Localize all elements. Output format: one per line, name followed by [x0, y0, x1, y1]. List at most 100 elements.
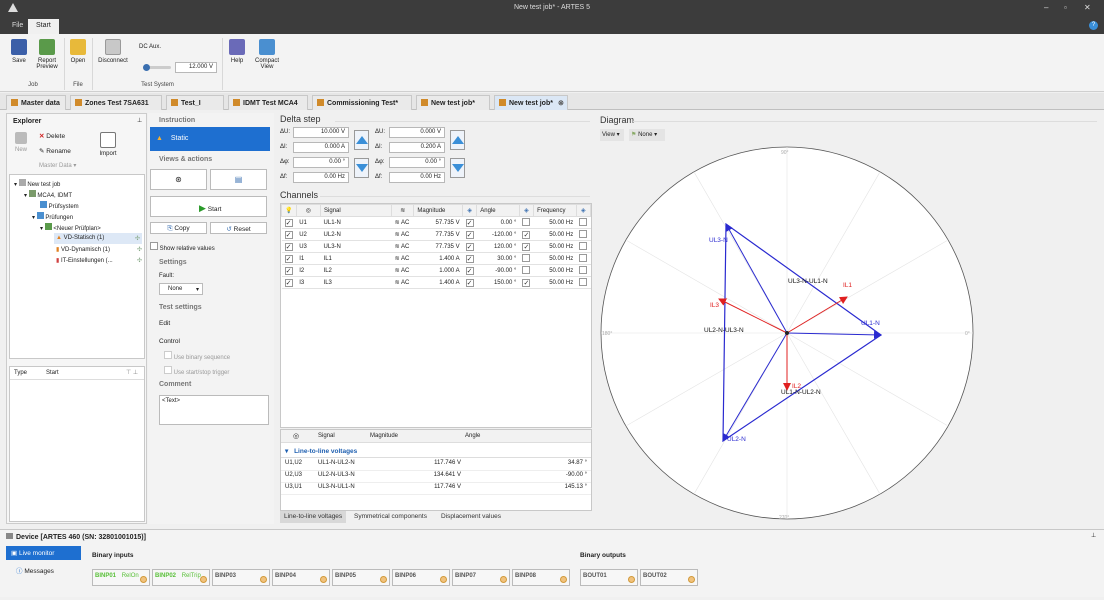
active-checkbox[interactable]: ✓: [281, 276, 297, 289]
checkbox[interactable]: [164, 351, 172, 359]
delta-f-field[interactable]: 0.00 Hz: [293, 172, 349, 183]
sort-icon[interactable]: ◈: [462, 204, 478, 217]
magnitude-lock-checkbox[interactable]: ✓: [462, 240, 477, 253]
restore-icon[interactable]: ▫: [1064, 3, 1067, 12]
delta-phi-field[interactable]: 0.00 °: [293, 157, 349, 168]
magnitude-cell[interactable]: 77.735 V: [413, 228, 463, 241]
active-checkbox[interactable]: ✓: [281, 240, 297, 253]
tree-item[interactable]: ▮ VD-Dynamisch (1) ✣: [56, 246, 142, 253]
column-header-type[interactable]: Type: [14, 370, 27, 376]
frequency-lock-checkbox[interactable]: [576, 228, 591, 241]
tab-line-to-line[interactable]: Line-to-line voltages: [280, 511, 347, 523]
frequency-lock-checkbox[interactable]: [576, 264, 591, 277]
magnitude-lock-checkbox[interactable]: ✓: [462, 252, 477, 265]
sort-icon[interactable]: ◈: [518, 204, 535, 217]
delta-phi2-field[interactable]: 0.00 °: [389, 157, 445, 168]
delta-u-field[interactable]: 10.000 V: [293, 127, 349, 138]
ll-column-magnitude[interactable]: Magnitude: [370, 433, 398, 439]
tree-item[interactable]: Prüfsystem: [40, 201, 79, 210]
active-column-icon[interactable]: 💡: [281, 204, 297, 217]
channel-row[interactable]: ✓ I1 IL1 ≋ AC 1.400 A ✓ 30.00 ° 50.00 Hz: [281, 252, 591, 265]
filter-icon[interactable]: ⊤ ⊥: [126, 369, 138, 376]
tab-master-data[interactable]: Master data: [6, 95, 66, 110]
channel-row[interactable]: ✓ I2 IL2 ≋ AC 1.000 A ✓ -90.00 ° 50.00 H…: [281, 264, 591, 277]
frequency-cell[interactable]: 50.00 Hz: [533, 264, 577, 277]
binary-input-1[interactable]: BINP01 RelOn: [92, 569, 150, 586]
tab-symmetrical[interactable]: Symmetrical components: [350, 511, 431, 523]
tree-item[interactable]: ▾ <Neuer Prüfplan>: [40, 223, 101, 232]
magnitude-lock-checkbox[interactable]: ✓: [462, 264, 477, 277]
binary-input-8[interactable]: BINP08: [512, 569, 570, 586]
binary-input-3[interactable]: BINP03: [212, 569, 270, 586]
minimize-icon[interactable]: –: [1044, 3, 1048, 12]
diagram-view-menu[interactable]: View ▾: [600, 129, 624, 141]
active-checkbox[interactable]: ✓: [281, 228, 297, 241]
tab-test-i[interactable]: Test_I: [166, 95, 224, 110]
pin-icon[interactable]: ⊥: [1091, 532, 1096, 539]
column-header-frequency[interactable]: Frequency: [533, 204, 577, 217]
use-binary-checkbox[interactable]: Use binary sequence: [164, 351, 230, 361]
binary-input-7[interactable]: BINP07: [452, 569, 510, 586]
tab-displacement[interactable]: Displacement values: [437, 511, 505, 523]
diagram-none-menu[interactable]: ⚑ None ▾: [629, 129, 665, 141]
ll-column-signal[interactable]: Signal: [318, 433, 335, 439]
delta-i-field[interactable]: 0.000 A: [293, 142, 349, 153]
checkbox[interactable]: [150, 242, 158, 250]
angle-cell[interactable]: 30.00 °: [476, 252, 520, 265]
live-monitor-button[interactable]: ▣ Live monitor: [6, 546, 81, 560]
delta-f2-field[interactable]: 0.00 Hz: [389, 172, 445, 183]
angle-cell[interactable]: -120.00 °: [476, 228, 520, 241]
binary-input-5[interactable]: BINP05: [332, 569, 390, 586]
tree-item[interactable]: ▾ Prüfungen: [32, 212, 73, 221]
frequency-lock-checkbox[interactable]: [576, 252, 591, 265]
active-checkbox[interactable]: ✓: [281, 252, 297, 265]
binary-input-2[interactable]: BINP02 RelTrip: [152, 569, 210, 586]
sort-icon[interactable]: ◈: [575, 204, 592, 217]
tab-commissioning-test[interactable]: Commissioning Test*: [312, 95, 412, 110]
column-header-angle[interactable]: Angle: [476, 204, 520, 217]
channel-row[interactable]: ✓ U1 UL1-N ≋ AC 57.735 V ✓ 0.00 ° 50.00 …: [281, 216, 591, 229]
import-button[interactable]: Import: [97, 132, 119, 157]
magnitude-cell[interactable]: 1.400 A: [413, 252, 463, 265]
angle-lock-checkbox[interactable]: [519, 216, 534, 229]
angle-lock-checkbox[interactable]: ✓: [519, 240, 534, 253]
step-down-button[interactable]: [354, 158, 369, 178]
tab-new-test-job-1[interactable]: New test job*: [416, 95, 490, 110]
delete-button[interactable]: ✕ Delete: [39, 132, 65, 140]
messages-button[interactable]: ⓘ Messages: [16, 565, 54, 575]
ribbon-help-icon[interactable]: ?: [1089, 21, 1098, 30]
channel-row[interactable]: ✓ U3 UL3-N ≋ AC 77.735 V ✓ 120.00 ° ✓ 50…: [281, 240, 591, 253]
delta-i2-field[interactable]: 0.200 A: [389, 142, 445, 153]
checkbox[interactable]: [164, 366, 172, 374]
pin-icon[interactable]: ⊥: [137, 117, 142, 124]
disconnect-button[interactable]: Disconnect: [95, 39, 131, 64]
frequency-cell[interactable]: 50.00 Hz: [533, 276, 577, 289]
magnitude-lock-checkbox[interactable]: ✓: [462, 216, 477, 229]
dc-aux-slider[interactable]: [143, 64, 171, 71]
comment-textarea[interactable]: <Text>: [159, 395, 269, 425]
channel-row[interactable]: ✓ I3 IL3 ≋ AC 1.400 A ✓ 150.00 ° ✓ 50.00…: [281, 276, 591, 289]
tab-idmt-test[interactable]: IDMT Test MCA4: [228, 95, 308, 110]
active-checkbox[interactable]: ✓: [281, 264, 297, 277]
static-button[interactable]: ▲ Static: [150, 127, 270, 151]
frequency-cell[interactable]: 50.00 Hz: [533, 252, 577, 265]
column-header-magnitude[interactable]: Magnitude: [413, 204, 464, 217]
angle-lock-checkbox[interactable]: ✓: [519, 276, 534, 289]
frequency-lock-checkbox[interactable]: [576, 240, 591, 253]
frequency-lock-checkbox[interactable]: [576, 276, 591, 289]
angle-cell[interactable]: 0.00 °: [476, 216, 520, 229]
tab-zones-test[interactable]: Zones Test 7SA631: [70, 95, 162, 110]
column-header-signal[interactable]: Signal: [320, 204, 393, 217]
close-tab-icon[interactable]: ⊗: [558, 100, 564, 107]
binary-output-2[interactable]: BOUT02: [640, 569, 698, 586]
tree-item[interactable]: ▮ IT-Einstellungen (... ✣: [56, 257, 142, 264]
dc-aux-value-field[interactable]: 12.000 V: [175, 62, 217, 73]
channel-column-icon[interactable]: ◎: [295, 204, 322, 217]
binary-input-4[interactable]: BINP04: [272, 569, 330, 586]
copy-button[interactable]: ⎘ Copy: [150, 222, 207, 234]
vector-view-button[interactable]: ⊛: [150, 169, 207, 190]
angle-cell[interactable]: 120.00 °: [476, 240, 520, 253]
delta-u2-field[interactable]: 0.000 V: [389, 127, 445, 138]
edit-link[interactable]: Edit: [159, 320, 170, 327]
new-button[interactable]: New: [11, 132, 31, 153]
